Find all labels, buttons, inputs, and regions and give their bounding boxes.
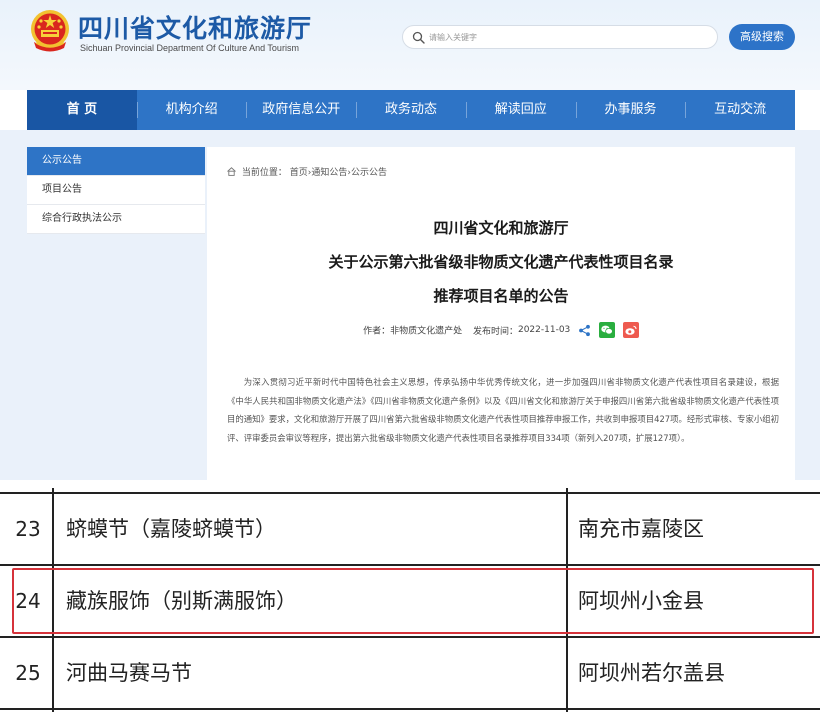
author-label: 作者： [363, 326, 391, 337]
nav-item-organization[interactable]: 机构介绍 [136, 90, 247, 130]
project-area: 南充市嘉陵区 [578, 517, 704, 541]
nav-item-interpretation[interactable]: 解读回应 [465, 90, 576, 130]
nav-item-interaction[interactable]: 互动交流 [685, 90, 795, 130]
author: 非物质文化遗产处 [390, 326, 463, 337]
wechat-icon[interactable] [599, 322, 616, 338]
table-row: 25 河曲马赛马节 阿坝州若尔盖县 [0, 638, 820, 708]
weibo-icon[interactable] [622, 322, 639, 338]
main-nav: 首 页 机构介绍 政府信息公开 政务动态 解读回应 办事服务 互动交流 [27, 90, 795, 130]
article-body: 为深入贯彻习近平新时代中国特色社会主义思想，传承弘扬中华优秀传统文化，进一步加强… [227, 377, 779, 443]
table-row: 23 蛴蟆节（嘉陵蛴蟆节） 南充市嘉陵区 [0, 494, 820, 564]
site-header: 四川省文化和旅游厅 Sichuan Provincial Department … [0, 0, 820, 90]
sidebar-item-enforcement[interactable]: 综合行政执法公示 [27, 205, 205, 234]
site-subtitle: Sichuan Provincial Department Of Culture… [80, 43, 299, 53]
project-name: 河曲马赛马节 [66, 661, 192, 685]
advanced-search-button[interactable]: 高级搜索 [729, 24, 795, 50]
nav-item-services[interactable]: 办事服务 [575, 90, 686, 130]
section-divider [0, 480, 820, 488]
row-number: 23 [15, 517, 41, 541]
date-label: 发布时间： [472, 326, 518, 337]
breadcrumb-home[interactable]: 首页 [290, 168, 308, 178]
article-title-line-3: 推荐项目名单的公告 [433, 287, 569, 305]
nav-item-home[interactable]: 首 页 [27, 90, 137, 130]
search-icon[interactable] [412, 31, 425, 44]
project-table: 23 蛴蟆节（嘉陵蛴蟆节） 南充市嘉陵区 24 藏族服饰（别斯满服饰） 阿坝州小… [0, 488, 820, 712]
breadcrumb-public-notice[interactable]: 公示公告 [351, 168, 387, 178]
sidebar: 公示公告 项目公告 综合行政执法公示 [27, 147, 205, 234]
article: 当前位置： 首页›通知公告›公示公告 四川省文化和旅游厅 关于公示第六批省级非物… [207, 147, 795, 480]
national-emblem-icon[interactable] [28, 8, 72, 54]
project-area: 阿坝州若尔盖县 [578, 661, 725, 685]
article-meta: 作者：非物质文化遗产处 发布时间：2022-11-03 [207, 322, 795, 342]
nav-item-gov-info[interactable]: 政府信息公开 [246, 90, 356, 130]
row-number: 25 [15, 661, 41, 685]
sidebar-item-public-notice[interactable]: 公示公告 [27, 147, 205, 176]
sidebar-item-project-notice[interactable]: 项目公告 [27, 176, 205, 205]
share-icon[interactable] [578, 324, 591, 337]
nav-item-gov-news[interactable]: 政务动态 [356, 90, 466, 130]
breadcrumb: 当前位置： 首页›通知公告›公示公告 [227, 165, 387, 178]
breadcrumb-prefix: 当前位置： [241, 168, 287, 178]
project-name: 蛴蟆节（嘉陵蛴蟆节） [66, 517, 276, 541]
publish-date: 2022-11-03 [517, 325, 571, 335]
breadcrumb-notices[interactable]: 通知公告 [311, 168, 347, 178]
site-title[interactable]: 四川省文化和旅游厅 [78, 9, 312, 45]
table-grid-line [0, 708, 820, 710]
highlight-box [12, 568, 814, 634]
home-icon [227, 167, 236, 176]
article-title-line-1: 四川省文化和旅游厅 [433, 219, 569, 237]
search-box[interactable] [402, 25, 718, 49]
search-input[interactable] [429, 28, 709, 46]
article-title-line-2: 关于公示第六批省级非物质文化遗产代表性项目名录 [328, 253, 674, 271]
